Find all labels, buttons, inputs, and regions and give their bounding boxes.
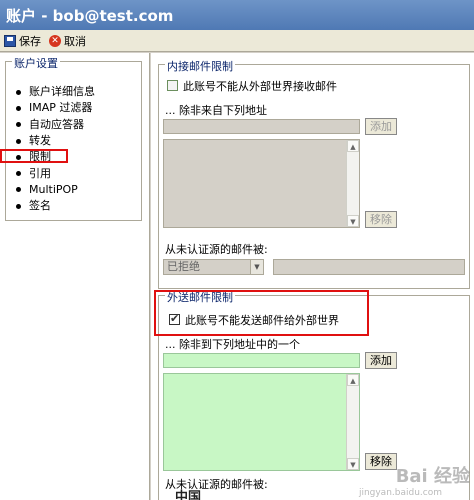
cancel-label: 取消 [64,35,86,48]
inbound-list-scrollbar[interactable]: ▲ ▼ [346,140,359,227]
scroll-up-icon[interactable]: ▲ [347,374,359,386]
inbound-address-list[interactable]: ▲ ▼ [163,139,360,228]
bullet-icon [16,138,21,144]
bullet-icon [16,187,21,193]
cancel-button[interactable]: ✕ 取消 [49,33,86,49]
window-title: 账户 - bob@test.com [6,7,174,25]
inbound-remove-button[interactable]: 移除 [365,211,397,228]
inbound-add-button[interactable]: 添加 [365,118,397,135]
inbound-restrictions-group: 内接邮件限制 此账号不能从外部世界接收邮件 ... 除非来自下列地址 添加 ▲ … [158,58,470,289]
nav-item-multipop[interactable]: MultiPOP [16,182,95,198]
inbound-except-label: ... 除非来自下列地址 [165,104,267,117]
inbound-unauth-label: 从未认证源的邮件被: [165,243,268,256]
right-panel: 内接邮件限制 此账号不能从外部世界接收邮件 ... 除非来自下列地址 添加 ▲ … [151,53,474,500]
outbound-except-label: ... 除非到下列地址中的一个 [165,338,300,351]
inbound-block-label: 此账号不能从外部世界接收邮件 [183,80,337,93]
left-panel: 账户设置 账户详细信息 IMAP 过滤器 自动应答器 转发 限制 引用 Mult… [0,53,150,500]
scroll-down-icon[interactable]: ▼ [347,215,359,227]
bullet-icon [16,122,21,128]
nav-item-forwarding[interactable]: 转发 [16,133,95,149]
bullet-icon [16,105,21,111]
bottom-logo: 中国 [175,490,202,500]
toolbar: 保存 ✕ 取消 [0,30,474,52]
watermark-url: jingyan.baidu.com [358,488,442,498]
outbound-address-input[interactable] [163,353,360,368]
outbound-address-list[interactable]: ▲ ▼ [163,373,360,471]
inbound-block-checkbox[interactable] [167,80,178,91]
chevron-down-icon[interactable]: ▼ [250,260,263,274]
nav-item-imap-filters[interactable]: IMAP 过滤器 [16,100,95,116]
outbound-remove-button[interactable]: 移除 [365,453,397,470]
nav-item-references[interactable]: 引用 [16,165,95,181]
account-settings-title: 账户设置 [12,55,60,71]
save-label: 保存 [19,35,41,48]
inbound-title: 内接邮件限制 [165,58,235,74]
scroll-down-icon[interactable]: ▼ [347,458,359,470]
nav-item-account-details[interactable]: 账户详细信息 [16,84,95,100]
outbound-add-button[interactable]: 添加 [365,352,397,369]
nav-item-autoresponder[interactable]: 自动应答器 [16,117,95,133]
scroll-up-icon[interactable]: ▲ [347,140,359,152]
account-settings-group: 账户设置 账户详细信息 IMAP 过滤器 自动应答器 转发 限制 引用 Mult… [5,55,142,221]
inbound-unauth-input[interactable] [273,259,465,275]
save-button[interactable]: 保存 [4,33,41,49]
inbound-unauth-select-value: 已拒绝 [167,260,200,273]
highlight-box-outbound [154,290,369,336]
inbound-unauth-select[interactable]: 已拒绝 ▼ [163,259,264,275]
window-titlebar: 账户 - bob@test.com [0,0,474,30]
outbound-list-scrollbar[interactable]: ▲ ▼ [346,374,359,470]
bullet-icon [16,203,21,209]
nav-item-signature[interactable]: 签名 [16,198,95,214]
highlight-box-restrictions [0,149,68,163]
bullet-icon [16,89,21,95]
inbound-address-input[interactable] [163,119,360,134]
cancel-icon: ✕ [49,35,61,47]
watermark: Bai 经验 [395,466,470,487]
save-icon [4,35,16,47]
bullet-icon [16,171,21,177]
